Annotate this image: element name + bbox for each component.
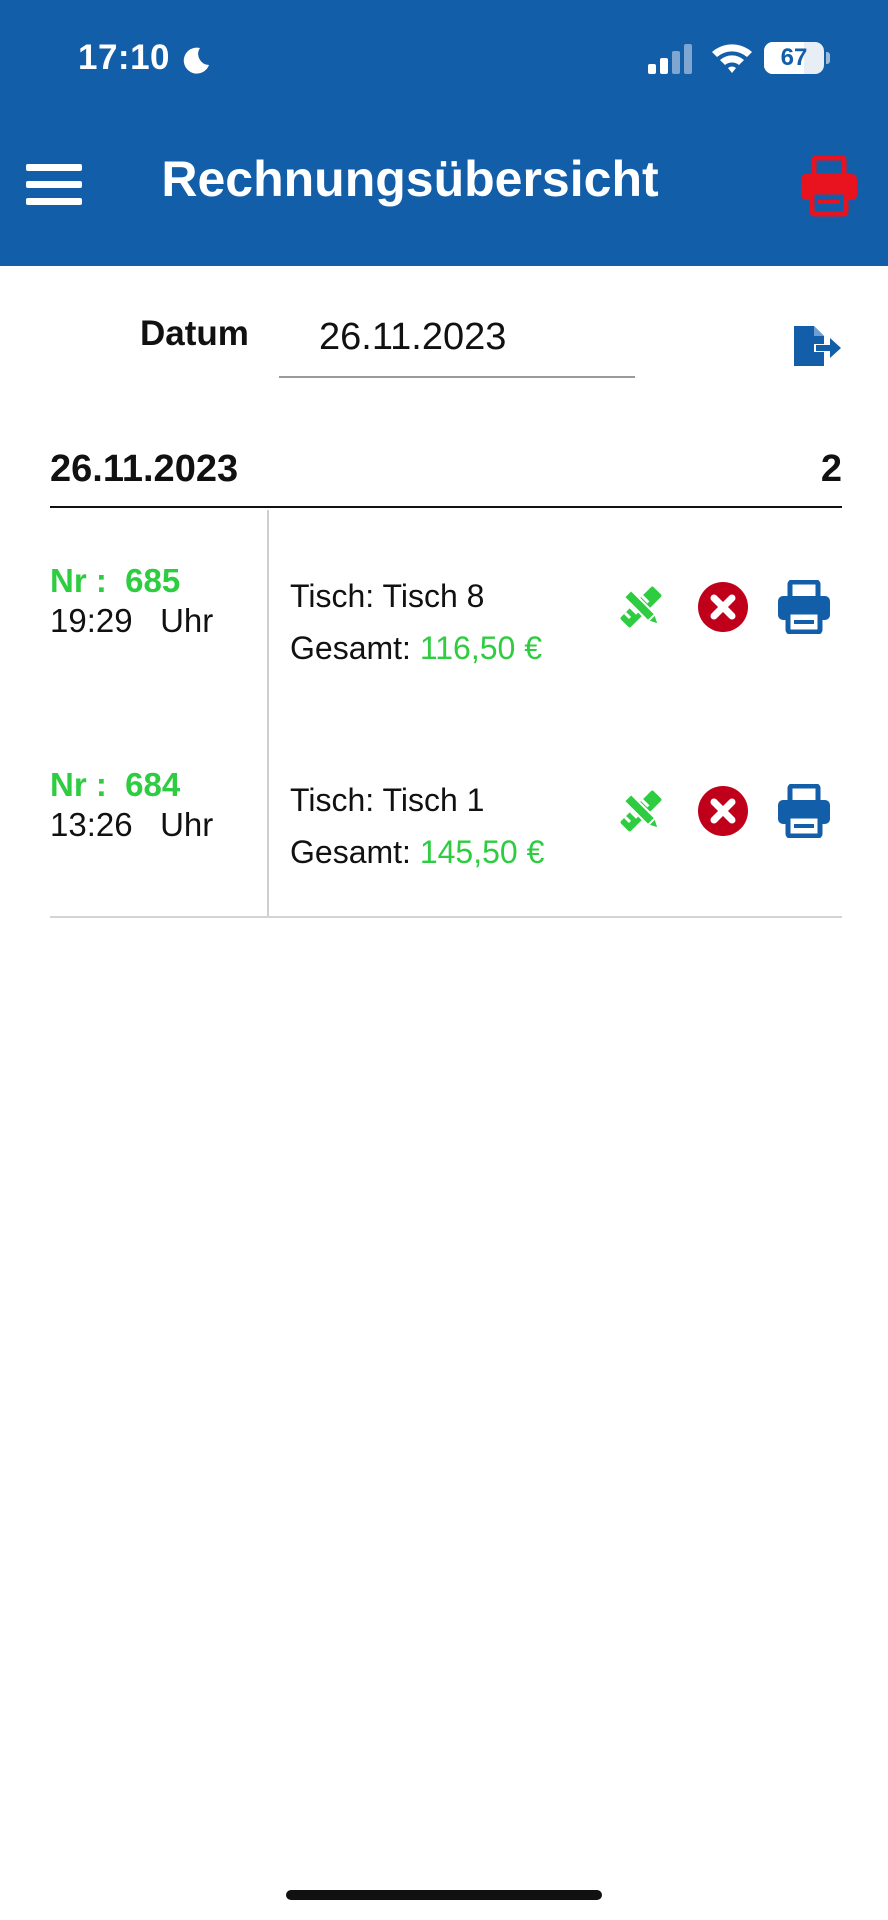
printer-icon[interactable] <box>776 784 832 838</box>
edit-icon[interactable] <box>612 578 670 636</box>
printer-icon[interactable] <box>798 156 860 218</box>
edit-icon[interactable] <box>612 782 670 840</box>
list-divider <box>50 916 842 918</box>
home-indicator[interactable] <box>286 1890 602 1900</box>
printer-icon[interactable] <box>776 580 832 634</box>
total-label: Gesamt: <box>290 834 420 870</box>
cellular-signal-icon <box>648 44 692 74</box>
invoice-total: Gesamt: 145,50 € <box>290 834 544 871</box>
invoice-row[interactable]: Nr : 684 13:26 Uhr Tisch: Tisch 1 Gesamt… <box>50 714 842 918</box>
invoice-number: Nr : 685 <box>50 562 181 599</box>
invoice-row[interactable]: Nr : 685 19:29 Uhr Tisch: Tisch 8 Gesamt… <box>50 510 842 714</box>
battery-cap <box>826 52 830 64</box>
total-amount: 145,50 € <box>419 834 545 870</box>
app-header: 17:10 67 Rechnungsübersicht <box>0 0 888 266</box>
battery-body: 67 <box>764 42 824 74</box>
invoice-meta: Nr : 684 13:26 Uhr <box>50 714 269 918</box>
total-label: Gesamt: <box>290 630 420 666</box>
status-time: 17:10 <box>78 38 171 77</box>
invoice-number: Nr : 684 <box>50 766 181 803</box>
cancel-icon[interactable] <box>696 580 750 634</box>
cancel-icon[interactable] <box>696 784 750 838</box>
group-date: 26.11.2023 <box>50 448 239 490</box>
battery-indicator: 67 <box>764 42 830 74</box>
moon-icon <box>183 47 209 74</box>
page-title: Rechnungsübersicht <box>161 151 659 207</box>
date-input[interactable]: 26.11.2023 <box>279 306 635 378</box>
date-label: Datum <box>140 314 249 353</box>
export-file-icon[interactable] <box>792 324 842 368</box>
battery-percentage: 67 <box>780 44 808 71</box>
invoice-count: 2 <box>820 448 842 490</box>
invoice-total: Gesamt: 116,50 € <box>290 630 542 667</box>
invoice-time: 19:29 Uhr <box>50 602 214 639</box>
invoice-meta: Nr : 685 19:29 Uhr <box>50 510 269 714</box>
invoice-table: Tisch: Tisch 1 <box>290 782 485 818</box>
invoice-time: 13:26 Uhr <box>50 806 214 843</box>
date-group-header: 26.11.2023 2 <box>50 440 842 508</box>
total-amount: 116,50 € <box>419 630 542 666</box>
invoice-table: Tisch: Tisch 8 <box>290 578 485 614</box>
wifi-icon <box>712 44 752 73</box>
